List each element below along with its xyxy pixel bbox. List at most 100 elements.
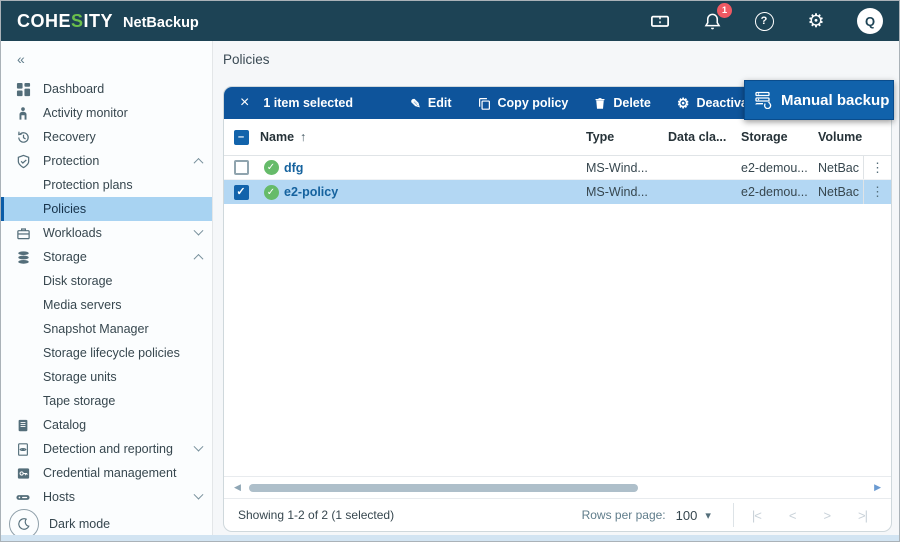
copy-policy-button[interactable]: Copy policy [478, 96, 568, 110]
sidebar-item-label: Catalog [43, 418, 87, 432]
top-header-bar: COHESITY NetBackup 1 ? ⚙ Q [1, 1, 899, 41]
row-kebab-menu[interactable]: ⋮ [863, 156, 891, 179]
sidebar-item-label: Policies [43, 202, 87, 216]
app-window: COHESITY NetBackup 1 ? ⚙ Q « Dashboard A… [0, 0, 900, 542]
policy-storage: e2-demou... [741, 160, 808, 175]
next-page-button[interactable]: > [823, 508, 831, 523]
select-all-checkbox[interactable]: – [233, 129, 249, 145]
sidebar-nav: « Dashboard Activity monitor Recovery Pr… [1, 41, 213, 539]
notification-badge: 1 [717, 3, 732, 18]
clear-selection-button[interactable]: × [240, 95, 249, 111]
chevron-down-icon [193, 441, 204, 452]
help-icon[interactable]: ? [753, 10, 775, 32]
sidebar-item-workloads[interactable]: Workloads [1, 221, 212, 245]
page-title: Policies [223, 52, 270, 67]
scroll-left-arrow[interactable]: ◀ [234, 482, 241, 493]
sidebar-item-detection-and-reporting[interactable]: Detection and reporting [1, 437, 212, 461]
activity-monitor-icon [15, 105, 31, 121]
previous-page-button[interactable]: < [789, 508, 797, 523]
sidebar-item-credential-management[interactable]: Credential management [1, 461, 212, 485]
sidebar-item-snapshot-manager[interactable]: Snapshot Manager [1, 317, 212, 341]
table-empty-area [224, 204, 891, 476]
notifications-bell-icon[interactable]: 1 [701, 3, 732, 32]
sidebar-item-disk-storage[interactable]: Disk storage [1, 269, 212, 293]
detection-report-icon [15, 441, 31, 457]
policy-name-link[interactable]: dfg [284, 161, 586, 175]
row-kebab-menu[interactable]: ⋮ [863, 180, 891, 204]
last-page-button[interactable]: >| [858, 508, 868, 523]
scrollbar-track[interactable] [248, 483, 866, 492]
chevron-down-icon [193, 489, 204, 500]
page-bottom-strip [1, 535, 899, 541]
sidebar-item-tape-storage[interactable]: Tape storage [1, 389, 212, 413]
sidebar-item-catalog[interactable]: Catalog [1, 413, 212, 437]
sidebar-item-label: Disk storage [43, 274, 113, 288]
manual-backup-button[interactable]: Manual backup [744, 80, 894, 120]
delete-button[interactable]: Delete [594, 96, 651, 110]
recovery-clock-icon [15, 129, 31, 145]
sidebar-item-media-servers[interactable]: Media servers [1, 293, 212, 317]
scrollbar-thumb[interactable] [248, 483, 638, 492]
caret-down-icon: ▾ [705, 509, 711, 522]
rows-per-page-label: Rows per page: [581, 508, 666, 522]
sidebar-item-label: Credential management [43, 466, 177, 480]
column-header-type[interactable]: Type [586, 130, 668, 144]
row-checkbox[interactable]: ✓ [233, 184, 249, 200]
sidebar-collapse-button[interactable]: « [1, 49, 41, 77]
sidebar-item-label: Dashboard [43, 82, 105, 96]
horizontal-scrollbar: ◀ ▶ [224, 476, 891, 498]
sidebar-item-label: Activity monitor [43, 106, 128, 120]
edit-button[interactable]: ✎ Edit [410, 96, 451, 111]
table-row[interactable]: ✓ ✓ e2-policy MS-Wind... e2-demou... Net… [224, 180, 891, 204]
sidebar-item-policies[interactable]: Policies [1, 197, 212, 221]
sidebar-item-storage-lifecycle-policies[interactable]: Storage lifecycle policies [1, 341, 212, 365]
settings-gear-icon[interactable]: ⚙ [805, 10, 827, 32]
policy-volume: NetBac [818, 160, 859, 175]
backup-server-icon [755, 91, 773, 109]
dashboard-icon [15, 81, 31, 97]
sidebar-item-recovery[interactable]: Recovery [1, 125, 212, 149]
brand-logo: COHESITY NetBackup [17, 11, 199, 32]
active-status-check-icon: ✓ [263, 184, 279, 200]
row-checkbox[interactable] [233, 160, 249, 175]
sidebar-item-dashboard[interactable]: Dashboard [1, 77, 212, 101]
column-header-actions [863, 119, 891, 155]
column-header-storage[interactable]: Storage [741, 130, 818, 144]
column-header-name[interactable]: Name ↑ [258, 130, 586, 144]
sidebar-item-label: Storage [43, 250, 87, 264]
sidebar-item-protection-plans[interactable]: Protection plans [1, 173, 212, 197]
product-name: NetBackup [123, 14, 199, 31]
column-header-volume[interactable]: Volume p [818, 130, 863, 144]
license-ticket-icon[interactable] [649, 10, 671, 32]
sidebar-item-label: Snapshot Manager [43, 322, 149, 336]
table-header-row: – Name ↑ Type Data cla... Storage Volume… [224, 119, 891, 156]
protection-shield-icon [15, 153, 31, 169]
main-content: Policies × 1 item selected ✎ Edit Copy p… [213, 41, 899, 535]
sidebar-item-hosts[interactable]: Hosts [1, 485, 212, 509]
policies-table-card: × 1 item selected ✎ Edit Copy policy Del… [223, 80, 894, 532]
sidebar-item-label: Protection [43, 154, 100, 168]
first-page-button[interactable]: |< [752, 508, 762, 523]
hosts-server-icon [15, 489, 31, 505]
scroll-right-arrow[interactable]: ▶ [874, 482, 881, 493]
policy-type: MS-Wind... [586, 160, 648, 175]
sidebar-item-label: Hosts [43, 490, 75, 504]
sidebar-item-label: Workloads [43, 226, 102, 240]
rows-per-page-select[interactable]: 100 ▾ [676, 508, 711, 523]
selection-count-label: 1 item selected [263, 96, 353, 110]
user-avatar[interactable]: Q [857, 8, 883, 34]
sidebar-item-activity-monitor[interactable]: Activity monitor [1, 101, 212, 125]
policy-type: MS-Wind... [586, 185, 648, 199]
policy-name-link[interactable]: e2-policy [284, 185, 586, 199]
sidebar-item-protection[interactable]: Protection [1, 149, 212, 173]
selection-toolbar: × 1 item selected ✎ Edit Copy policy Del… [224, 80, 894, 120]
cohesity-logo: COHESITY [17, 10, 114, 31]
column-header-data-classification[interactable]: Data cla... [668, 130, 741, 144]
workloads-briefcase-icon [15, 225, 31, 241]
sidebar-item-storage[interactable]: Storage [1, 245, 212, 269]
policy-volume: NetBac [818, 185, 859, 199]
table-row[interactable]: ✓ dfg MS-Wind... e2-demou... NetBac ⋮ [224, 156, 891, 180]
sidebar-item-storage-units[interactable]: Storage units [1, 365, 212, 389]
chevron-down-icon [193, 225, 204, 236]
copy-icon [478, 97, 491, 110]
